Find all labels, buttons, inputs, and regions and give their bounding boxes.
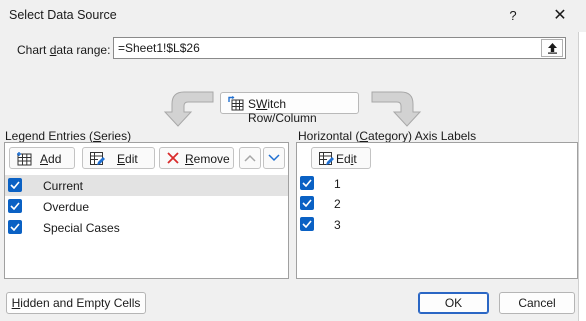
check-icon <box>302 199 312 207</box>
series-item-current[interactable]: Current <box>5 175 288 196</box>
chevron-up-icon <box>244 154 256 162</box>
ok-button[interactable]: OK <box>418 292 489 314</box>
legend-toolbar: Add Edit Remove <box>5 143 288 173</box>
series-item-overdue[interactable]: Overdue <box>5 196 288 217</box>
add-table-icon <box>17 152 32 166</box>
category-checkbox[interactable] <box>300 176 314 190</box>
check-icon <box>10 181 20 189</box>
hidden-and-empty-cells-button[interactable]: Hidden and Empty Cells <box>6 292 146 314</box>
check-icon <box>302 220 312 228</box>
upload-arrow-icon <box>548 43 557 54</box>
series-label: Overdue <box>43 200 90 214</box>
help-button[interactable]: ? <box>501 4 525 28</box>
series-label: Current <box>43 179 84 193</box>
category-item[interactable]: 2 <box>297 193 577 214</box>
series-checkbox[interactable] <box>8 199 22 213</box>
series-item-special-cases[interactable]: Special Cases <box>5 217 288 238</box>
category-item[interactable]: 3 <box>297 214 577 235</box>
cancel-button[interactable]: Cancel <box>499 292 575 314</box>
remove-x-icon <box>167 152 179 164</box>
switch-row-column-button[interactable]: SWitch Row/Column <box>220 92 359 125</box>
remove-series-button[interactable]: Remove <box>159 147 234 169</box>
title-bar: Select Data Source ? ✕ <box>0 0 586 32</box>
move-down-button[interactable] <box>263 147 285 169</box>
chevron-down-icon <box>268 154 280 162</box>
edit-axis-labels-button[interactable]: Edit <box>311 147 371 169</box>
collapse-dialog-button[interactable] <box>541 39 563 57</box>
edit-table-icon <box>90 152 105 165</box>
legend-entries-panel: Add Edit Remove Current Overdue Special … <box>4 142 289 279</box>
chart-data-range-input[interactable]: =Sheet1!$L$26 <box>113 37 566 59</box>
check-icon <box>302 179 312 187</box>
category-label: 3 <box>334 218 341 232</box>
axis-toolbar: Edit <box>297 143 577 173</box>
category-checkbox[interactable] <box>300 196 314 210</box>
dialog-title: Select Data Source <box>9 8 117 22</box>
check-icon <box>10 223 20 231</box>
background-sheet-edge <box>578 32 586 321</box>
axis-labels-label: Horizontal (Category) Axis Labels <box>298 129 477 143</box>
series-checkbox[interactable] <box>8 220 22 234</box>
chart-data-range-label: Chart data range: <box>17 43 111 57</box>
edit-series-button[interactable]: Edit <box>82 147 155 169</box>
category-item[interactable]: 1 <box>297 173 577 194</box>
check-icon <box>10 202 20 210</box>
move-up-button[interactable] <box>239 147 261 169</box>
edit-table-icon <box>319 152 334 165</box>
legend-entries-label: Legend Entries (Series) <box>5 129 132 143</box>
close-button[interactable]: ✕ <box>548 4 572 28</box>
series-checkbox[interactable] <box>8 178 22 192</box>
switch-row-column-icon <box>228 96 244 111</box>
category-checkbox[interactable] <box>300 217 314 231</box>
category-label: 1 <box>334 177 341 191</box>
category-label: 2 <box>334 197 341 211</box>
axis-labels-panel: Edit 1 2 3 <box>296 142 578 279</box>
switch-row-column-label: SWitch Row/Column <box>248 97 317 125</box>
add-series-button[interactable]: Add <box>9 147 75 169</box>
series-label: Special Cases <box>43 221 120 235</box>
